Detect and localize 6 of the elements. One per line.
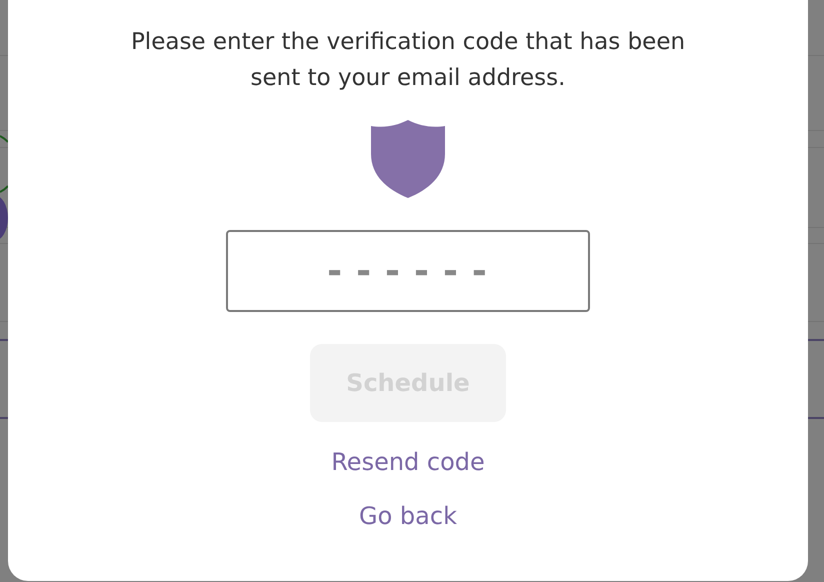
text-link[interactable]: Go back (359, 500, 457, 532)
text-link[interactable]: Resend code (331, 446, 485, 478)
instruction-text: Please enter the verification code that has been sent to your email address. (130, 28, 686, 93)
code-input-field[interactable]: ------ (226, 230, 590, 312)
circle-outline-icon (0, 134, 8, 194)
shield-icon (370, 118, 446, 200)
